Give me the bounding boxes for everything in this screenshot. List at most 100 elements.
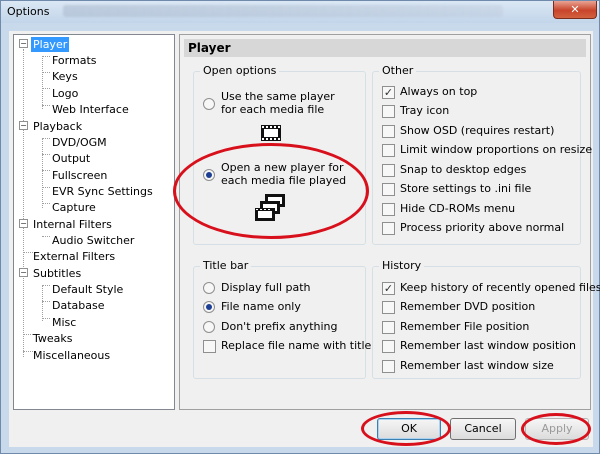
collapse-player-icon[interactable]: −	[19, 39, 28, 48]
tree-item-keys[interactable]: Keys	[50, 69, 80, 84]
tree-item-formats[interactable]: Formats	[50, 53, 99, 68]
no-prefix-radio[interactable]	[203, 321, 215, 333]
priority-checkbox[interactable]	[382, 222, 395, 235]
hide-cdroms-checkbox[interactable]	[382, 203, 395, 216]
remember-window-size-checkbox[interactable]	[382, 360, 395, 373]
snap-edges-checkbox[interactable]	[382, 164, 395, 177]
window-title: Options	[7, 5, 50, 18]
open-options-label: Open options	[200, 64, 280, 77]
tree-item-audio-switcher[interactable]: Audio Switcher	[50, 233, 136, 248]
same-player-label: Use the same player for each media file	[221, 90, 335, 116]
tree-item-logo[interactable]: Logo	[50, 86, 80, 101]
full-path-option[interactable]: Display full path	[203, 281, 363, 296]
show-osd-label: Show OSD (requires restart)	[400, 124, 555, 137]
new-player-label: Open a new player for each media file pl…	[221, 161, 347, 187]
remember-window-position-label: Remember last window position	[400, 339, 577, 352]
tray-icon-label: Tray icon	[400, 104, 450, 117]
tree-item-output[interactable]: Output	[50, 151, 92, 166]
file-name-only-option[interactable]: File name only	[203, 300, 363, 315]
always-on-top-option[interactable]: ✓ Always on top	[382, 85, 577, 100]
keep-history-option[interactable]: ✓ Keep history of recently opened files	[382, 281, 600, 296]
limit-proportions-checkbox[interactable]	[382, 144, 395, 157]
limit-proportions-option[interactable]: Limit window proportions on resize	[382, 143, 592, 158]
remember-dvd-option[interactable]: Remember DVD position	[382, 300, 577, 315]
settings-tree: − − − − Player Formats Keys Logo Web Int…	[13, 34, 175, 410]
blurred-path	[63, 5, 503, 17]
tree-item-web-interface[interactable]: Web Interface	[50, 102, 131, 117]
remember-dvd-checkbox[interactable]	[382, 301, 395, 314]
tree-item-playback[interactable]: Playback	[31, 119, 84, 134]
keep-history-checkbox[interactable]: ✓	[382, 282, 395, 295]
remember-dvd-label: Remember DVD position	[400, 300, 536, 313]
tree-item-default-style[interactable]: Default Style	[50, 282, 125, 297]
tree-item-internal-filters[interactable]: Internal Filters	[31, 217, 114, 232]
tree-item-database[interactable]: Database	[50, 298, 107, 313]
snap-edges-label: Snap to desktop edges	[400, 163, 527, 176]
collapse-playback-icon[interactable]: −	[19, 121, 28, 130]
replace-title-option[interactable]: Replace file name with title	[203, 339, 371, 354]
options-window: Options ✕ − − − − Player Formats Keys Lo…	[0, 0, 600, 454]
new-player-option[interactable]: Open a new player for each media file pl…	[203, 161, 363, 191]
always-on-top-label: Always on top	[400, 85, 478, 98]
priority-label: Process priority above normal	[400, 221, 565, 234]
title-bar-label: Title bar	[200, 259, 252, 272]
close-icon: ✕	[570, 3, 580, 16]
no-prefix-option[interactable]: Don't prefix anything	[203, 320, 363, 335]
hide-cdroms-option[interactable]: Hide CD-ROMs menu	[382, 202, 577, 217]
limit-proportions-label: Limit window proportions on resize	[400, 143, 593, 156]
tree-item-tweaks[interactable]: Tweaks	[31, 331, 75, 346]
keep-history-label: Keep history of recently opened files	[400, 281, 600, 294]
collapse-subtitles-icon[interactable]: −	[19, 268, 28, 277]
tree-item-capture[interactable]: Capture	[50, 200, 98, 215]
remember-window-size-option[interactable]: Remember last window size	[382, 359, 577, 374]
remember-window-size-label: Remember last window size	[400, 359, 554, 372]
open-options-group: Open options Use the same player for eac…	[193, 64, 366, 245]
tree-item-external-filters[interactable]: External Filters	[31, 249, 117, 264]
tree-item-miscellaneous[interactable]: Miscellaneous	[31, 348, 112, 363]
full-path-label: Display full path	[221, 281, 311, 294]
tree-item-dvd-ogm[interactable]: DVD/OGM	[50, 135, 109, 150]
collapse-internal-filters-icon[interactable]: −	[19, 219, 28, 228]
tray-icon-option[interactable]: Tray icon	[382, 104, 577, 119]
store-ini-checkbox[interactable]	[382, 183, 395, 196]
panel-title: Player	[184, 39, 586, 57]
hide-cdroms-label: Hide CD-ROMs menu	[400, 202, 516, 215]
tree-item-misc[interactable]: Misc	[50, 315, 78, 330]
tray-icon-checkbox[interactable]	[382, 105, 395, 118]
store-ini-option[interactable]: Store settings to .ini file	[382, 182, 577, 197]
snap-edges-option[interactable]: Snap to desktop edges	[382, 163, 577, 178]
settings-panel: Player Open options Use the same player …	[179, 34, 600, 410]
replace-title-label: Replace file name with title	[221, 339, 372, 352]
film-strip-icon	[261, 125, 281, 141]
replace-title-checkbox[interactable]	[203, 340, 216, 353]
store-ini-label: Store settings to .ini file	[400, 182, 532, 195]
same-player-option[interactable]: Use the same player for each media file	[203, 90, 363, 120]
same-player-radio[interactable]	[203, 98, 215, 110]
remember-file-label: Remember File position	[400, 320, 530, 333]
other-label: Other	[379, 64, 417, 77]
history-group: History ✓ Keep history of recently opened…	[372, 259, 600, 379]
priority-option[interactable]: Process priority above normal	[382, 221, 577, 236]
no-prefix-label: Don't prefix anything	[221, 320, 338, 333]
tree-item-evr-sync[interactable]: EVR Sync Settings	[50, 184, 155, 199]
show-osd-option[interactable]: Show OSD (requires restart)	[382, 124, 577, 139]
tree-item-subtitles[interactable]: Subtitles	[31, 266, 83, 281]
new-player-radio[interactable]	[203, 169, 215, 181]
dialog-body: − − − − Player Formats Keys Logo Web Int…	[9, 31, 600, 447]
show-osd-checkbox[interactable]	[382, 125, 395, 138]
file-name-only-radio[interactable]	[203, 301, 215, 313]
ok-button[interactable]: OK	[377, 418, 441, 440]
close-button[interactable]: ✕	[553, 1, 597, 19]
file-name-only-label: File name only	[221, 300, 301, 313]
remember-window-position-checkbox[interactable]	[382, 340, 395, 353]
cancel-button[interactable]: Cancel	[450, 418, 516, 440]
tree-item-fullscreen[interactable]: Fullscreen	[50, 168, 109, 183]
other-group: Other ✓ Always on top Tray icon Show OSD …	[372, 64, 592, 245]
tree-item-player[interactable]: Player	[31, 37, 70, 52]
remember-file-option[interactable]: Remember File position	[382, 320, 577, 335]
title-bar: Options ✕	[1, 1, 599, 23]
remember-file-checkbox[interactable]	[382, 321, 395, 334]
remember-window-position-option[interactable]: Remember last window position	[382, 339, 577, 354]
full-path-radio[interactable]	[203, 282, 215, 294]
always-on-top-checkbox[interactable]: ✓	[382, 86, 395, 99]
